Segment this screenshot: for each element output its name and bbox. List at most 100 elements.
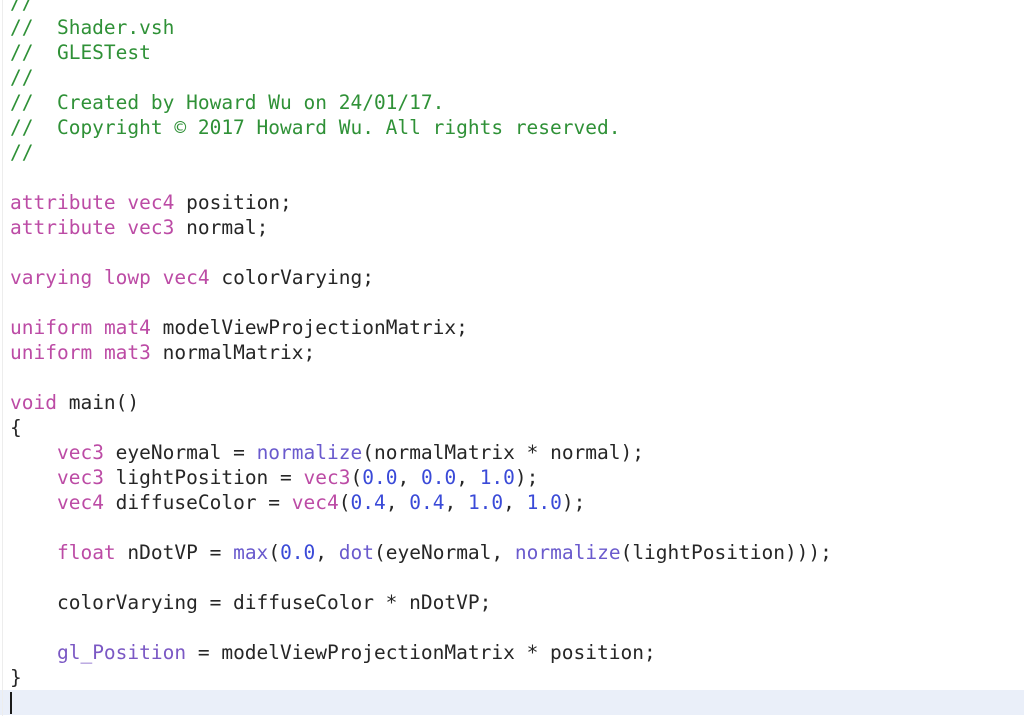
code-token-pln (10, 441, 57, 464)
code-token-pln (92, 341, 104, 364)
code-token-num: 0.0 (280, 541, 316, 564)
code-line[interactable] (0, 365, 1024, 390)
code-token-kw: mat3 (103, 341, 151, 364)
code-token-cmt: // Shader.vsh (10, 16, 175, 39)
code-token-pln: , (456, 466, 480, 489)
code-token-num: 0.4 (350, 491, 386, 514)
code-token-pln: = modelViewProjectionMatrix * position; (186, 641, 656, 664)
code-token-pln: colorVarying = diffuseColor * nDotVP; (10, 591, 492, 614)
code-token-pln (151, 266, 163, 289)
code-line[interactable] (0, 515, 1024, 540)
code-token-kw: vec3 (56, 466, 104, 489)
code-token-cmt: // GLESTest (10, 41, 151, 64)
code-line[interactable] (0, 290, 1024, 315)
code-line[interactable]: // Copyright © 2017 Howard Wu. All right… (0, 115, 1024, 140)
code-line[interactable]: vec3 eyeNormal = normalize(normalMatrix … (0, 440, 1024, 465)
code-token-num: 0.4 (409, 491, 445, 514)
code-token-pln: lightPosition = (103, 466, 304, 489)
code-token-pln: colorVarying; (209, 266, 374, 289)
code-token-kw: vec4 (291, 491, 339, 514)
code-line[interactable]: attribute vec3 normal; (0, 215, 1024, 240)
code-token-pln: , (315, 541, 339, 564)
code-token-kw: vec4 (56, 491, 104, 514)
code-token-pln: , (503, 491, 527, 514)
code-token-fn: dot (338, 541, 375, 564)
code-text-area[interactable]: //// Shader.vsh// GLESTest//// Created b… (0, 0, 1024, 715)
code-token-fn: normalize (514, 541, 621, 564)
code-line[interactable]: } (0, 665, 1024, 690)
code-line[interactable]: colorVarying = diffuseColor * nDotVP; (0, 590, 1024, 615)
code-token-pln: { (10, 416, 22, 439)
code-line[interactable] (0, 165, 1024, 190)
code-token-pln: normal; (174, 216, 269, 239)
code-token-cmt: // (10, 141, 34, 164)
code-token-num: 0.0 (362, 466, 398, 489)
code-token-kw: varying (10, 266, 93, 289)
code-line[interactable]: vec4 diffuseColor = vec4(0.4, 0.4, 1.0, … (0, 490, 1024, 515)
code-token-pln: nDotVP = (115, 541, 234, 564)
code-token-pln (10, 641, 57, 664)
code-line-current[interactable] (0, 690, 1024, 715)
code-token-kw: uniform (10, 316, 93, 339)
code-token-num: 1.0 (526, 491, 562, 514)
code-token-cmt: // Created by Howard Wu on 24/01/17. (10, 91, 445, 114)
code-token-pln (92, 316, 104, 339)
code-line[interactable] (0, 565, 1024, 590)
code-token-num: 1.0 (467, 491, 504, 514)
code-token-kw: uniform (10, 341, 93, 364)
code-token-kw: lowp (103, 266, 151, 289)
code-token-pln: , (444, 491, 468, 514)
text-caret (10, 692, 12, 714)
code-token-pln: , (397, 466, 421, 489)
source-code-editor[interactable]: //// Shader.vsh// GLESTest//// Created b… (0, 0, 1024, 716)
code-token-pln: (lightPosition))); (620, 541, 832, 564)
code-line[interactable] (0, 615, 1024, 640)
code-token-pln: ( (338, 491, 351, 514)
code-token-pln: } (10, 666, 22, 689)
code-line[interactable]: { (0, 415, 1024, 440)
code-token-pln (10, 541, 57, 564)
code-token-pln: modelViewProjectionMatrix; (150, 316, 468, 339)
code-token-pln: normalMatrix; (150, 341, 316, 364)
code-line[interactable]: uniform mat4 modelViewProjectionMatrix; (0, 315, 1024, 340)
code-token-pln: eyeNormal = (103, 441, 257, 464)
code-line[interactable]: gl_Position = modelViewProjectionMatrix … (0, 640, 1024, 665)
code-token-kw: mat4 (103, 316, 151, 339)
code-line[interactable]: vec3 lightPosition = vec3(0.0, 0.0, 1.0)… (0, 465, 1024, 490)
code-token-pln (10, 491, 57, 514)
code-token-kw: attribute (10, 191, 116, 214)
code-token-pln: , (385, 491, 410, 514)
code-token-fn: max (233, 541, 269, 564)
code-line[interactable]: attribute vec4 position; (0, 190, 1024, 215)
code-token-pln (92, 266, 104, 289)
code-token-bvar: gl_Position (56, 641, 187, 664)
code-line[interactable]: // Created by Howard Wu on 24/01/17. (0, 90, 1024, 115)
code-token-kw: vec3 (127, 216, 175, 239)
code-token-pln: main() (56, 391, 140, 414)
code-line[interactable]: // (0, 65, 1024, 90)
code-line[interactable]: // GLESTest (0, 40, 1024, 65)
code-token-pln: ( (268, 541, 281, 564)
code-token-pln: ); (561, 491, 586, 514)
code-line[interactable] (0, 240, 1024, 265)
code-token-pln: position; (174, 191, 292, 214)
code-line[interactable]: // (0, 0, 1024, 15)
code-token-pln: (normalMatrix * normal); (362, 441, 644, 464)
code-token-cmt: // Copyright © 2017 Howard Wu. All right… (10, 116, 621, 139)
code-line[interactable]: void main() (0, 390, 1024, 415)
gutter-separator-rule (2, 0, 3, 716)
code-token-cmt: // (10, 0, 34, 14)
code-token-pln: ( (350, 466, 363, 489)
code-token-kw: vec4 (127, 191, 175, 214)
code-line[interactable]: float nDotVP = max(0.0, dot(eyeNormal, n… (0, 540, 1024, 565)
code-line[interactable]: // (0, 140, 1024, 165)
code-token-kw: attribute (10, 216, 116, 239)
code-token-kw: vec3 (303, 466, 351, 489)
code-token-pln (10, 466, 57, 489)
code-token-kw: vec3 (56, 441, 104, 464)
code-line[interactable]: // Shader.vsh (0, 15, 1024, 40)
code-line[interactable]: varying lowp vec4 colorVarying; (0, 265, 1024, 290)
code-token-kw: vec4 (162, 266, 210, 289)
code-token-kw: float (56, 541, 116, 564)
code-line[interactable]: uniform mat3 normalMatrix; (0, 340, 1024, 365)
